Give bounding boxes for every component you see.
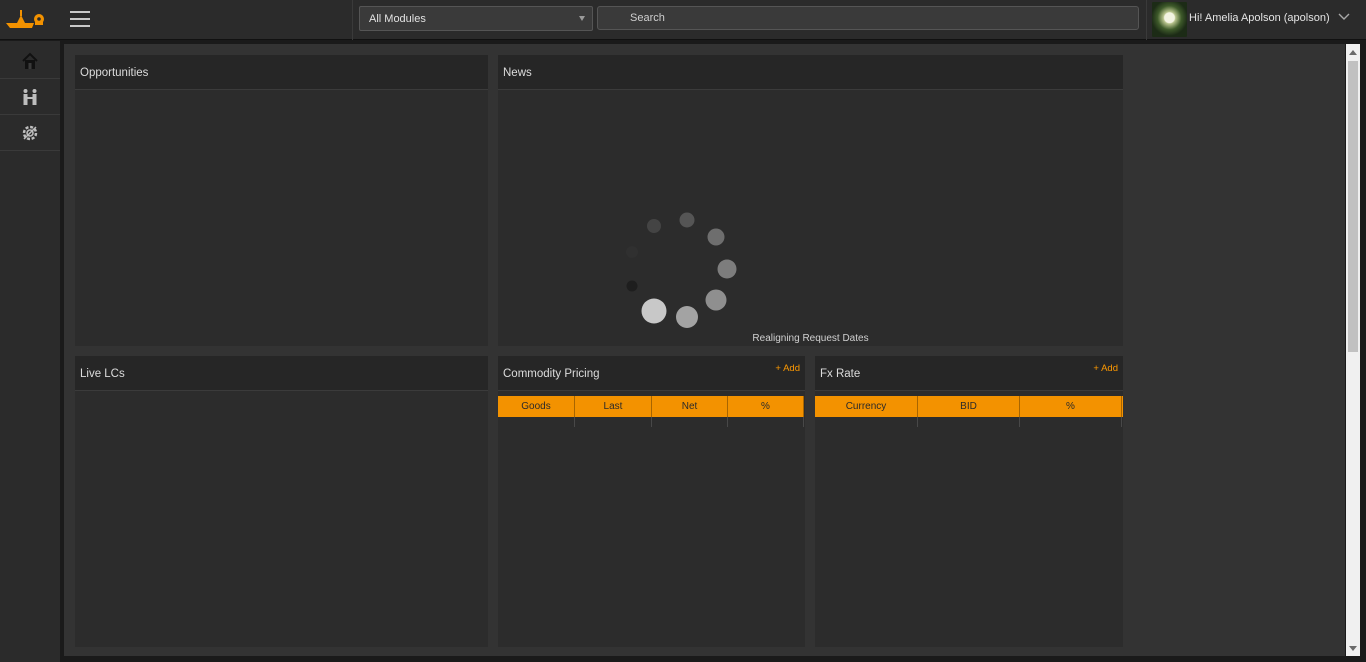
header-divider: [1146, 0, 1147, 40]
fx-table-header: Currency BID %: [815, 396, 1123, 417]
commodity-pricing-panel: Commodity Pricing + Add Goods Last Net %: [498, 356, 805, 647]
live-lcs-panel: Live LCs: [75, 356, 488, 647]
module-select[interactable]: All Modules: [359, 6, 593, 31]
header-divider: [352, 0, 353, 40]
panel-title: Live LCs: [80, 368, 125, 380]
add-fx-rate-button[interactable]: + Add: [1093, 363, 1118, 374]
hamburger-icon: [70, 11, 90, 13]
sidebar: [0, 41, 60, 662]
dropdown-caret-icon: [579, 16, 585, 21]
fx-table-body: [815, 417, 1123, 427]
panel-header: Opportunities: [75, 55, 488, 90]
column-header-currency[interactable]: Currency: [815, 396, 918, 417]
panel-title: News: [503, 67, 532, 79]
panel-header: Live LCs: [75, 356, 488, 391]
app-logo-icon[interactable]: [4, 6, 48, 34]
module-select-value: All Modules: [369, 13, 426, 25]
panel-title: Commodity Pricing: [503, 368, 600, 380]
user-greeting: Hi! Amelia Apolson (apolson): [1189, 12, 1330, 24]
scroll-down-arrow-icon[interactable]: [1349, 646, 1357, 651]
chevron-down-icon[interactable]: [1338, 13, 1350, 21]
opportunities-panel: Opportunities: [75, 55, 488, 346]
scrollbar-thumb[interactable]: [1348, 61, 1358, 352]
scroll-up-arrow-icon[interactable]: [1349, 50, 1357, 55]
panel-header: News: [498, 55, 1123, 90]
column-header-goods[interactable]: Goods: [498, 396, 575, 417]
dashboard: Opportunities News Realigning Request Da…: [64, 44, 1345, 656]
loading-text: Realigning Request Dates: [752, 333, 869, 344]
sidebar-item-parties[interactable]: [0, 79, 60, 115]
home-icon: [22, 52, 38, 69]
column-header-percent[interactable]: %: [728, 396, 804, 417]
panel-header: Fx Rate + Add: [815, 356, 1123, 391]
menu-toggle-button[interactable]: [70, 11, 90, 29]
column-header-last[interactable]: Last: [575, 396, 652, 417]
loading-spinner-icon: [626, 212, 737, 328]
column-header-net[interactable]: Net: [652, 396, 728, 417]
panel-header: Commodity Pricing + Add: [498, 356, 805, 391]
panel-title: Fx Rate: [820, 368, 861, 380]
column-header-percent[interactable]: %: [1020, 396, 1122, 417]
column-header-bid[interactable]: BID: [918, 396, 1020, 417]
avatar[interactable]: [1152, 2, 1187, 37]
commodity-table-body: [498, 417, 804, 427]
top-bar: All Modules Hi! Amelia Apolson (apolson): [0, 0, 1366, 40]
fx-rate-panel: Fx Rate + Add Currency BID %: [815, 356, 1123, 647]
search-input[interactable]: [597, 6, 1139, 30]
add-commodity-button[interactable]: + Add: [775, 363, 800, 374]
sidebar-item-home[interactable]: [0, 43, 60, 79]
panel-title: Opportunities: [80, 67, 149, 79]
settings-icon: [22, 125, 38, 140]
news-panel: News Realigning Request Dates: [498, 55, 1123, 346]
people-icon: [23, 88, 37, 105]
sidebar-item-settings[interactable]: [0, 115, 60, 151]
commodity-table-header: Goods Last Net %: [498, 396, 804, 417]
